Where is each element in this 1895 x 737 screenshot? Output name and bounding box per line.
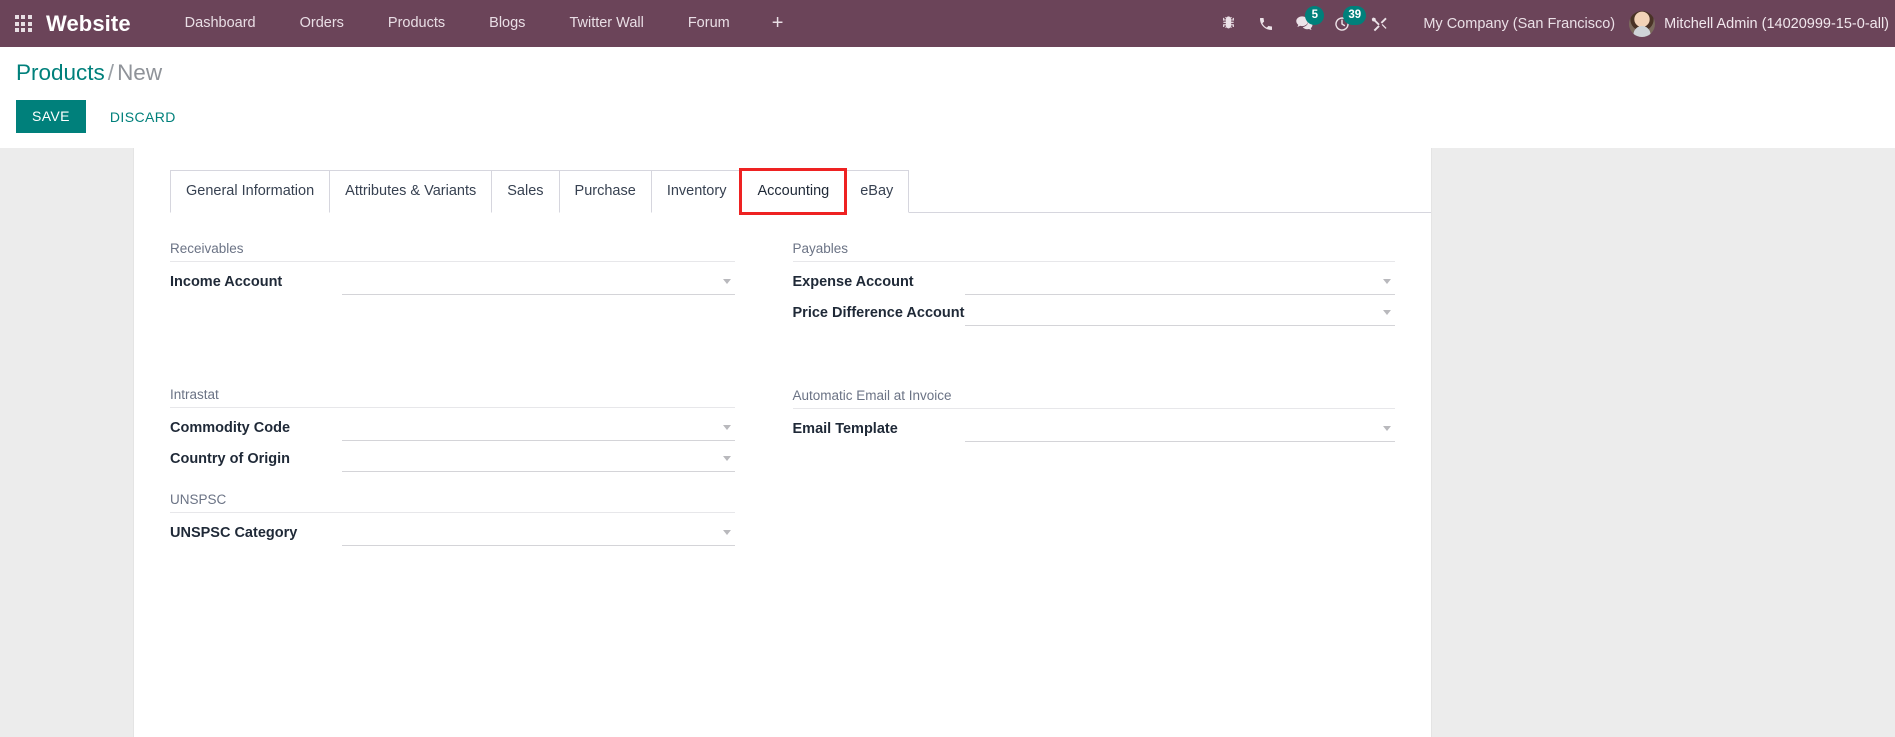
label-email-template: Email Template: [792, 420, 898, 437]
activities-clock-icon[interactable]: 39: [1323, 0, 1367, 47]
field-email-template[interactable]: [964, 416, 1395, 442]
label-income-account: Income Account: [170, 273, 283, 290]
field-row-income-account: Income Account: [170, 264, 735, 295]
label-price-difference-account: Price Difference Account: [792, 304, 965, 321]
breadcrumb: Products / New: [16, 60, 1895, 86]
breadcrumb-products[interactable]: Products: [16, 60, 105, 85]
menu-item-blogs[interactable]: Blogs: [467, 0, 547, 47]
field-row-expense-account: Expense Account: [792, 264, 1395, 295]
user-menu[interactable]: Mitchell Admin (14020999-15-0-all): [1629, 10, 1895, 37]
field-income-account[interactable]: [342, 269, 735, 295]
apps-grid-dots: [14, 15, 32, 32]
spacer-receivables-intrastat: [170, 295, 735, 387]
input-commodity-code[interactable]: [342, 415, 735, 439]
field-price-difference-account[interactable]: [964, 300, 1395, 326]
menu-item-products[interactable]: Products: [366, 0, 467, 47]
save-button[interactable]: SAVE: [16, 99, 86, 134]
brand-title[interactable]: Website: [46, 11, 135, 37]
field-row-commodity-code: Commodity Code: [170, 410, 735, 441]
label-expense-account: Expense Account: [792, 273, 914, 290]
spacer-payables-autoemail: [793, 326, 1396, 388]
notebook-tabs: General Information Attributes & Variant…: [170, 168, 1431, 215]
input-price-difference-account[interactable]: [964, 300, 1395, 324]
tab-sales[interactable]: Sales: [491, 170, 560, 213]
control-panel: Products / New SAVE DISCARD: [0, 47, 1895, 148]
group-title-intrastat: Intrastat: [170, 387, 735, 408]
main-menu: Dashboard Orders Products Blogs Twitter …: [163, 0, 804, 47]
tab-inventory[interactable]: Inventory: [650, 170, 743, 213]
apps-grid-icon[interactable]: [0, 0, 46, 47]
menu-item-twitter-wall[interactable]: Twitter Wall: [547, 0, 665, 47]
field-row-country-of-origin: Country of Origin: [170, 441, 735, 472]
menu-item-forum[interactable]: Forum: [666, 0, 752, 47]
messages-badge: 5: [1305, 6, 1325, 25]
field-row-email-template: Email Template: [792, 411, 1395, 442]
add-menu-button[interactable]: +: [752, 0, 804, 47]
input-country-of-origin[interactable]: [342, 446, 735, 470]
group-unspsc: UNSPSC UNSPSC Category: [170, 492, 735, 546]
label-unspsc-category: UNSPSC Category: [170, 524, 298, 541]
avatar: [1629, 10, 1656, 37]
tools-icon[interactable]: [1361, 0, 1399, 47]
spacer-intrastat-unspsc: [170, 472, 735, 492]
group-receivables: Receivables Income Account: [170, 241, 735, 295]
breadcrumb-separator: /: [107, 60, 115, 85]
form-column-right: Payables Expense Account Price Differenc…: [783, 241, 1396, 546]
input-email-template[interactable]: [964, 416, 1395, 440]
user-name: Mitchell Admin (14020999-15-0-all): [1664, 15, 1889, 32]
bug-icon[interactable]: [1209, 0, 1247, 47]
top-navbar: Website Dashboard Orders Products Blogs …: [0, 0, 1895, 47]
group-title-unspsc: UNSPSC: [170, 492, 735, 513]
field-row-price-difference-account: Price Difference Account: [792, 295, 1395, 326]
group-title-payables: Payables: [792, 241, 1395, 262]
label-country-of-origin: Country of Origin: [170, 450, 291, 467]
field-expense-account[interactable]: [964, 269, 1395, 295]
group-title-automatic-email: Automatic Email at Invoice: [792, 388, 1395, 409]
group-title-receivables: Receivables: [170, 241, 735, 262]
form-sheet: General Information Attributes & Variant…: [133, 148, 1432, 737]
sheet-background: General Information Attributes & Variant…: [0, 148, 1895, 737]
label-commodity-code: Commodity Code: [170, 419, 291, 436]
tab-general-information[interactable]: General Information: [170, 170, 331, 213]
notebook: General Information Attributes & Variant…: [134, 148, 1431, 215]
company-name[interactable]: My Company (San Francisco): [1399, 16, 1629, 32]
field-commodity-code[interactable]: [342, 415, 735, 441]
input-unspsc-category[interactable]: [342, 520, 735, 544]
input-income-account[interactable]: [342, 269, 735, 293]
field-country-of-origin[interactable]: [342, 446, 735, 472]
tab-purchase[interactable]: Purchase: [558, 170, 652, 213]
group-automatic-email-at-invoice: Automatic Email at Invoice Email Templat…: [792, 388, 1395, 442]
tab-ebay[interactable]: eBay: [844, 170, 910, 213]
tab-attributes-variants[interactable]: Attributes & Variants: [329, 170, 493, 213]
form-column-left: Receivables Income Account Intrastat Com…: [170, 241, 783, 546]
menu-item-orders[interactable]: Orders: [278, 0, 366, 47]
tab-accounting[interactable]: Accounting: [739, 168, 848, 215]
group-payables: Payables Expense Account Price Differenc…: [792, 241, 1395, 326]
accounting-tab-content: Receivables Income Account Intrastat Com…: [134, 213, 1431, 546]
input-expense-account[interactable]: [964, 269, 1395, 293]
group-intrastat: Intrastat Commodity Code Country of Orig…: [170, 387, 735, 472]
field-unspsc-category[interactable]: [342, 520, 735, 546]
discard-button[interactable]: DISCARD: [94, 101, 192, 133]
messages-icon[interactable]: 5: [1285, 0, 1325, 47]
navbar-right-section: 5 39 My Company (San Francisco) Mitchell…: [1209, 0, 1895, 47]
phone-icon[interactable]: [1247, 0, 1285, 47]
field-row-unspsc-category: UNSPSC Category: [170, 515, 735, 546]
breadcrumb-current: New: [117, 60, 163, 85]
form-action-buttons: SAVE DISCARD: [16, 99, 1895, 134]
menu-item-dashboard[interactable]: Dashboard: [163, 0, 278, 47]
